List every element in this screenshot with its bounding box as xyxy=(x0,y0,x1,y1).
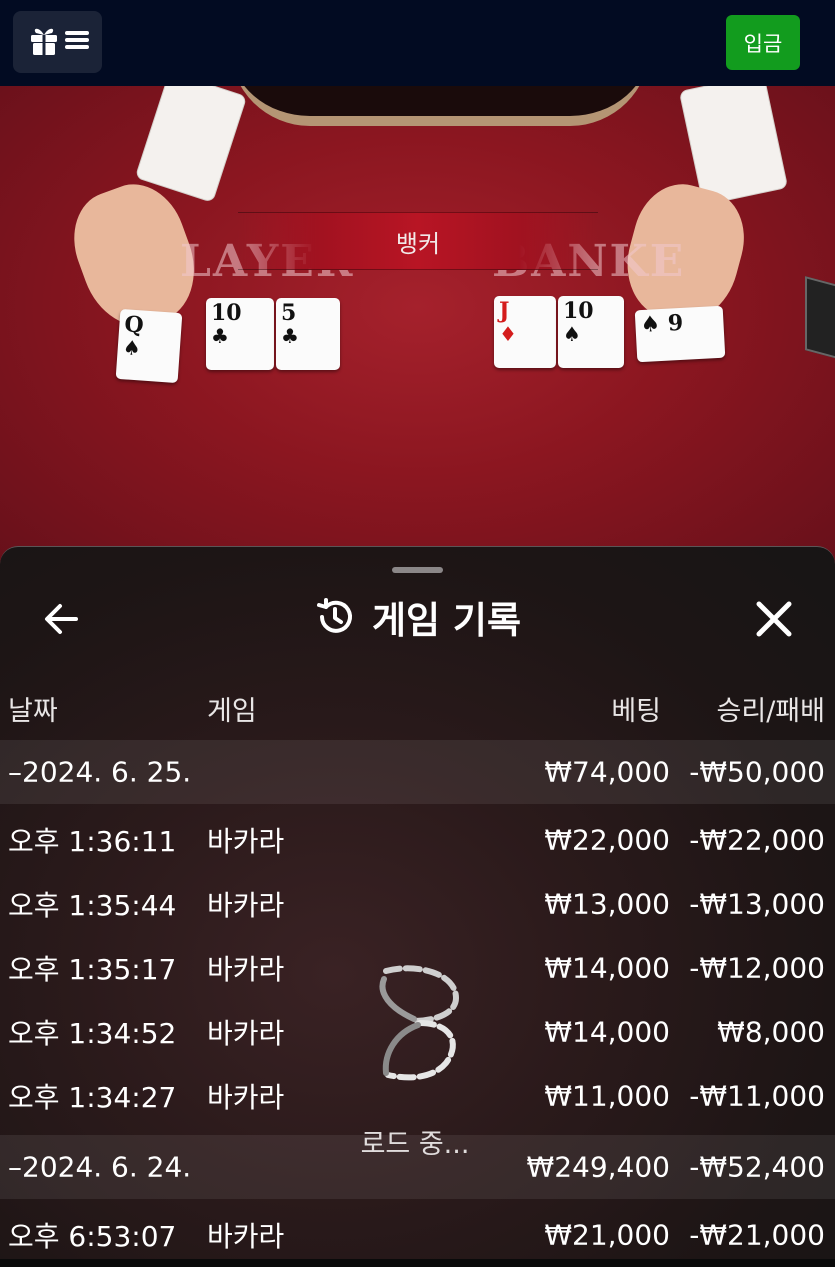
table-row[interactable]: 오후 6:53:07 바카라 ₩21,000 -₩21,000 xyxy=(0,1203,835,1267)
column-header-bet: 베팅 xyxy=(611,696,661,727)
drag-handle[interactable] xyxy=(392,567,443,573)
card-shoe xyxy=(805,276,835,362)
row-result: -₩50,000 xyxy=(689,755,825,789)
column-header-date: 날짜 xyxy=(8,696,58,727)
row-result: -₩22,000 xyxy=(689,823,825,857)
row-time: 오후 1:36:11 xyxy=(8,825,177,858)
close-button[interactable] xyxy=(752,597,796,641)
card-rank: Q xyxy=(123,311,145,339)
game-history-sheet: 게임 기록 날짜 게임 베팅 승리/패배 –2024. 6. 25. ₩74,0… xyxy=(0,546,835,1259)
row-result: -₩11,000 xyxy=(689,1079,825,1113)
close-icon xyxy=(756,601,792,637)
card-suit: ♠ xyxy=(122,335,142,361)
column-header-game: 게임 xyxy=(207,696,257,727)
table-row[interactable]: 오후 1:36:11 바카라 ₩22,000 -₩22,000 xyxy=(0,808,835,872)
banker-card-2: 10 ♠ xyxy=(558,296,624,368)
card-rank: 9 xyxy=(667,309,684,337)
row-game: 바카라 xyxy=(207,825,285,858)
row-game: 바카라 xyxy=(207,1017,285,1050)
history-icon xyxy=(316,598,352,633)
table-row[interactable]: 오후 1:35:44 바카라 ₩13,000 -₩13,000 xyxy=(0,872,835,936)
table-rim xyxy=(230,86,650,126)
row-result: -₩13,000 xyxy=(689,887,825,921)
row-time: 오후 1:34:52 xyxy=(8,1017,177,1050)
row-game: 바카라 xyxy=(207,889,285,922)
result-banner: 뱅커 xyxy=(238,212,598,270)
row-bet: ₩21,000 xyxy=(544,1218,670,1252)
player-card-3: 5 ♣ xyxy=(276,298,340,370)
live-dealer-video: LAYER BANKE 뱅커 Q♠ 10♣ 5♣ J♦ 10♠ ♠ 9 xyxy=(0,86,835,576)
row-game: 바카라 xyxy=(207,953,285,986)
card-suit: ♦ xyxy=(499,322,517,347)
card-rank: J xyxy=(499,298,510,324)
row-game: 바카라 xyxy=(207,1081,285,1114)
card-suit: ♣ xyxy=(211,324,229,349)
row-bet: ₩74,000 xyxy=(544,755,670,789)
row-game: 바카라 xyxy=(207,1220,285,1253)
menu-button[interactable] xyxy=(13,11,102,73)
date-group-row[interactable]: –2024. 6. 25. ₩74,000 -₩50,000 xyxy=(0,740,835,804)
loading-spinner-icon xyxy=(379,965,460,1081)
gift-icon xyxy=(27,23,61,61)
row-time: 오후 1:34:27 xyxy=(8,1081,177,1114)
row-time: 오후 1:35:17 xyxy=(8,953,177,986)
row-result: -₩21,000 xyxy=(689,1218,825,1252)
card-rank: 10 xyxy=(211,300,242,326)
deposit-button[interactable]: 입금 xyxy=(726,15,800,70)
row-result: ₩8,000 xyxy=(717,1015,825,1049)
row-bet: ₩11,000 xyxy=(544,1079,670,1113)
card-rank: 5 xyxy=(281,300,297,326)
loading-text: 로드 중... xyxy=(360,1129,470,1160)
card-suit: ♠ xyxy=(639,311,661,339)
card-rank: 10 xyxy=(563,298,594,324)
dealer-left-sleeve xyxy=(134,86,248,203)
sheet-header: 게임 기록 xyxy=(0,593,835,642)
row-bet: ₩249,400 xyxy=(526,1150,670,1184)
column-header-result: 승리/패배 xyxy=(716,696,825,727)
row-date: –2024. 6. 24. xyxy=(8,1150,192,1184)
hamburger-icon xyxy=(64,29,89,55)
row-bet: ₩14,000 xyxy=(544,1015,670,1049)
card-suit: ♣ xyxy=(281,324,299,349)
row-date: –2024. 6. 25. xyxy=(8,755,192,789)
row-result: -₩12,000 xyxy=(689,951,825,985)
row-bet: ₩13,000 xyxy=(544,887,670,921)
row-time: 오후 6:53:07 xyxy=(8,1220,177,1253)
player-card-1: Q ♠ xyxy=(115,308,183,384)
banker-card-1: J ♦ xyxy=(494,296,556,368)
row-result: -₩52,400 xyxy=(689,1150,825,1184)
sheet-title: 게임 기록 xyxy=(371,599,522,642)
row-time: 오후 1:35:44 xyxy=(8,889,177,922)
banker-card-3: ♠ 9 xyxy=(634,305,726,363)
row-bet: ₩22,000 xyxy=(544,823,670,857)
card-suit: ♠ xyxy=(563,322,581,347)
player-card-2: 10 ♣ xyxy=(206,298,274,370)
top-bar: 입금 xyxy=(0,0,835,86)
row-bet: ₩14,000 xyxy=(544,951,670,985)
